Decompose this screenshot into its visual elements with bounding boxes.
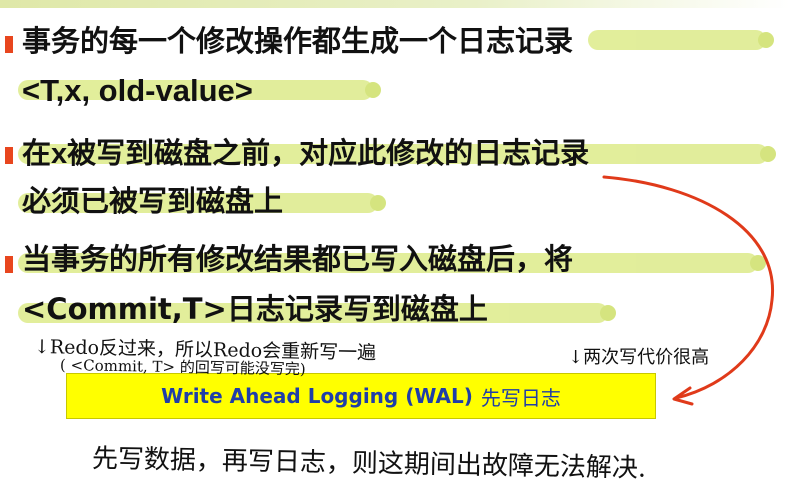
red-arrow-icon xyxy=(602,175,775,406)
